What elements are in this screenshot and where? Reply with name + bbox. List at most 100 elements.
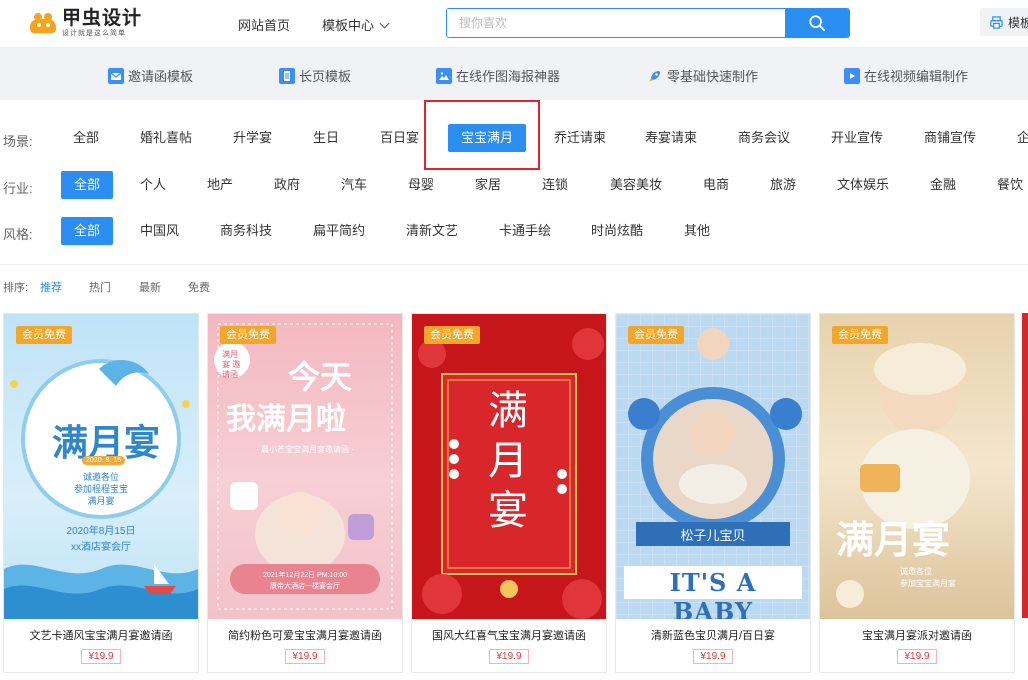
template-title[interactable]: 国风大红喜气宝宝满月宴邀请函 (412, 627, 606, 643)
scene-option-all[interactable]: 全部 (73, 124, 99, 152)
card2-info-time: 2021年12月22日 PM:10:00 (262, 572, 348, 579)
template-card[interactable]: 满月宴 诚邀各位 参加宝宝满月宴 会员免费 宝宝满月宴派对邀请函 ¥19.9 (819, 313, 1015, 673)
template-thumbnail[interactable]: 满月宴 会员免费 (412, 314, 606, 619)
toolbar-long-page[interactable]: 长页模板 (279, 66, 351, 85)
toolbar-video-edit[interactable]: 在线视频编辑制作 (844, 66, 968, 85)
search-icon (809, 15, 826, 32)
style-option-all[interactable]: 全部 (61, 217, 114, 245)
member-free-badge: 会员免费 (628, 326, 684, 344)
sort-option-newest[interactable]: 最新 (139, 279, 161, 295)
card1-bottom-venue: xx酒店宴会厅 (71, 542, 131, 553)
template-card[interactable]: 松子儿宝贝 IT'S A BABY 会员免费 清新蓝色宝贝满月/百日宴 ¥19.… (615, 313, 811, 673)
member-free-badge: 会员免费 (16, 326, 72, 344)
style-filter-label: 风格: (3, 227, 33, 242)
search-input[interactable] (447, 9, 785, 37)
industry-option-government[interactable]: 政府 (274, 171, 300, 199)
toolbar-video-edit-label: 在线视频编辑制作 (864, 69, 969, 84)
scene-option-longevity[interactable]: 寿宴请柬 (645, 124, 697, 152)
template-card[interactable]: 满月宴 2020. 8. 15 诚邀各位 参加程程宝宝 满月宴 2020年8月1… (3, 313, 199, 673)
template-thumbnail[interactable]: 满月宴 诚邀各位 参加宝宝满月宴 会员免费 (820, 314, 1014, 619)
template-shortcut-label: 模板 (1008, 15, 1028, 30)
filter-divider (0, 264, 1028, 265)
style-option-chinese[interactable]: 中国风 (140, 217, 179, 245)
template-thumbnail[interactable]: 松子儿宝贝 IT'S A BABY 会员免费 (616, 314, 810, 619)
toolbar-invitation[interactable]: 邀请函模板 (108, 66, 193, 85)
scene-option-birthday[interactable]: 生日 (313, 124, 339, 152)
nav-templates-dropdown[interactable]: 模板中心 (322, 15, 390, 34)
nav-templates-label: 模板中心 (322, 18, 375, 33)
style-option-fashion[interactable]: 时尚炫酷 (591, 217, 643, 245)
scene-option-hundred-days[interactable]: 百日宴 (380, 124, 419, 152)
industry-option-all[interactable]: 全部 (61, 171, 114, 199)
toolbar-invitation-label: 邀请函模板 (128, 69, 194, 84)
sort-option-hot[interactable]: 热门 (89, 279, 111, 295)
scene-option-business[interactable]: 商务会议 (738, 124, 790, 152)
industry-option-home[interactable]: 家居 (475, 171, 501, 199)
card2-headline-1: 今天 (288, 358, 353, 396)
style-option-fresh[interactable]: 清新文艺 (406, 217, 458, 245)
print-icon (990, 15, 1003, 29)
top-header: 甲虫设计 设计就是这么简单 网站首页 模板中心 模板 (0, 0, 1028, 48)
scene-option-graduation[interactable]: 升学宴 (233, 124, 272, 152)
industry-filter-row: 行业: 全部 个人 地产 政府 汽车 母婴 家居 连锁 美容美妆 电商 旅游 文… (0, 171, 1028, 201)
template-title[interactable]: 宝宝满月宴派对邀请函 (820, 627, 1014, 643)
sort-option-recommended[interactable]: 推荐 (40, 279, 62, 295)
style-option-tech[interactable]: 商务科技 (220, 217, 272, 245)
industry-option-catering[interactable]: 餐饮 (997, 171, 1023, 199)
scene-option-enterprise[interactable]: 企 (1017, 124, 1028, 152)
scene-option-shop[interactable]: 商铺宣传 (924, 124, 976, 152)
scene-filter-label: 场景: (3, 134, 33, 149)
industry-option-real-estate[interactable]: 地产 (207, 171, 233, 199)
template-thumbnail[interactable]: 满月宴 2020. 8. 15 诚邀各位 参加程程宝宝 满月宴 2020年8月1… (4, 314, 198, 619)
industry-option-ecommerce[interactable]: 电商 (703, 171, 729, 199)
member-free-badge: 会员免费 (220, 326, 276, 344)
style-filter-row: 风格: 全部 中国风 商务科技 扁平简约 清新文艺 卡通手绘 时尚炫酷 其他 (0, 217, 1028, 247)
next-template-card-edge[interactable] (1022, 313, 1028, 618)
card1-date: 2020. 8. 15 (82, 456, 126, 465)
template-title[interactable]: 简约粉色可爱宝宝满月宴邀请函 (208, 627, 402, 643)
rocket-icon (647, 68, 663, 84)
industry-option-maternal[interactable]: 母婴 (408, 171, 434, 199)
industry-option-chain[interactable]: 连锁 (542, 171, 568, 199)
card1-bottom-date: 2020年8月15日 (66, 526, 136, 537)
template-price: ¥19.9 (489, 649, 529, 664)
industry-option-finance[interactable]: 金融 (930, 171, 956, 199)
site-logo[interactable]: 甲虫设计 设计就是这么简单 (28, 8, 142, 38)
template-price: ¥19.9 (897, 649, 937, 664)
industry-option-beauty[interactable]: 美容美妆 (610, 171, 662, 199)
style-option-other[interactable]: 其他 (684, 217, 710, 245)
scene-option-wedding[interactable]: 婚礼喜帖 (140, 124, 192, 152)
member-free-badge: 会员免费 (832, 326, 888, 344)
logo-slogan: 设计就是这么简单 (62, 30, 126, 37)
poster-icon (436, 67, 452, 84)
template-title[interactable]: 清新蓝色宝贝满月/百日宴 (616, 627, 810, 643)
template-title[interactable]: 文艺卡通风宝宝满月宴邀请函 (4, 627, 198, 643)
industry-option-auto[interactable]: 汽车 (341, 171, 367, 199)
template-thumbnail[interactable]: 满月宴 邀请函 今天 我满月啦 · 晨小芒宝宝满月宴邀请函 · 2021年12月… (208, 314, 402, 619)
logo-name: 甲虫设计 (62, 8, 143, 29)
long-page-icon (279, 67, 295, 84)
style-option-flat[interactable]: 扁平简约 (313, 217, 365, 245)
card2-info-venue: 康帝大酒店一楼宴会厅 (270, 583, 340, 590)
template-card[interactable]: 满月宴 会员免费 国风大红喜气宝宝满月宴邀请函 ¥19.9 (411, 313, 607, 673)
industry-option-entertainment[interactable]: 文体娱乐 (837, 171, 889, 199)
industry-option-personal[interactable]: 个人 (140, 171, 166, 199)
template-shortcut-button[interactable]: 模板 (980, 8, 1028, 36)
nav-home-link[interactable]: 网站首页 (238, 15, 290, 34)
beetle-logo-icon (28, 11, 58, 35)
card2-tag: 满月宴 邀请函 (222, 350, 241, 379)
template-price: ¥19.9 (285, 649, 325, 664)
scene-option-housewarming[interactable]: 乔迁请柬 (554, 124, 606, 152)
industry-option-travel[interactable]: 旅游 (770, 171, 796, 199)
toolbar-poster[interactable]: 在线作图海报神器 (436, 66, 560, 85)
scene-option-opening[interactable]: 开业宣传 (831, 124, 883, 152)
search-bar (446, 8, 850, 38)
toolbar-quick-make[interactable]: 零基础快速制作 (647, 66, 758, 85)
card4-banner: IT'S A BABY (669, 568, 757, 619)
template-card[interactable]: 满月宴 邀请函 今天 我满月啦 · 晨小芒宝宝满月宴邀请函 · 2021年12月… (207, 313, 403, 673)
sort-option-free[interactable]: 免费 (188, 279, 210, 295)
industry-filter-label: 行业: (3, 181, 33, 196)
member-free-badge: 会员免费 (424, 326, 480, 344)
style-option-cartoon[interactable]: 卡通手绘 (499, 217, 551, 245)
search-button[interactable] (785, 9, 849, 37)
